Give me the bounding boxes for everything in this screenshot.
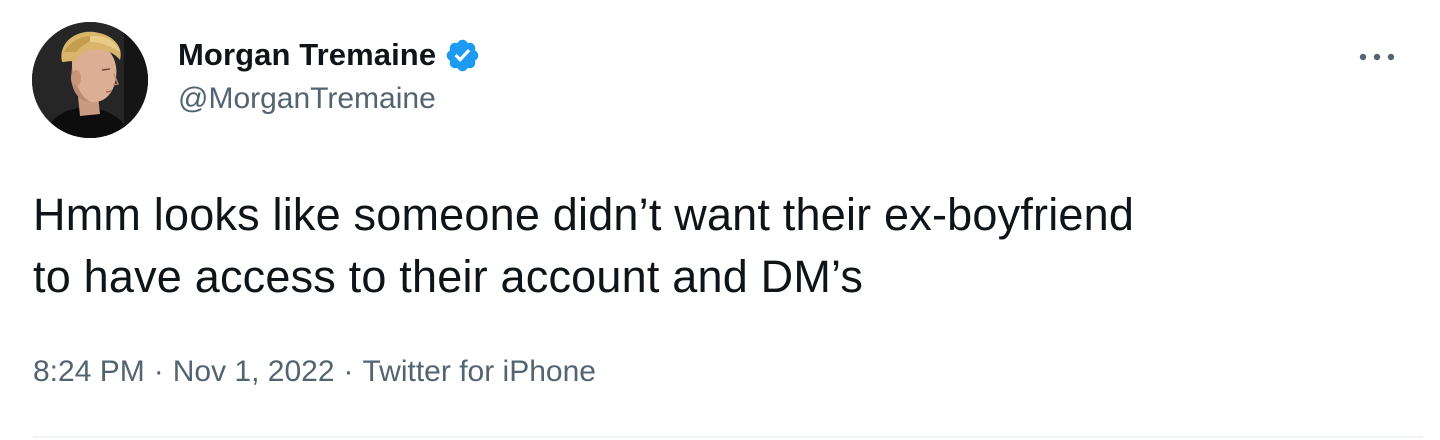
tweet-meta: 8:24 PM · Nov 1, 2022 · Twitter for iPho… bbox=[33, 355, 596, 389]
author-name-row: Morgan Tremaine bbox=[178, 33, 481, 77]
tweet-text: Hmm looks like someone didn’t want their… bbox=[33, 184, 1423, 308]
author-handle[interactable]: @MorganTremaine bbox=[178, 82, 436, 116]
more-options-button[interactable] bbox=[1354, 44, 1400, 70]
avatar-photo-icon bbox=[32, 22, 148, 138]
tweet-time-link[interactable]: 8:24 PM bbox=[33, 355, 145, 389]
more-options-icon bbox=[1359, 53, 1395, 61]
verified-badge-icon bbox=[446, 39, 479, 71]
author-avatar[interactable] bbox=[32, 22, 148, 138]
tweet-source-link[interactable]: Twitter for iPhone bbox=[363, 355, 596, 389]
meta-separator: · bbox=[343, 355, 354, 388]
tweet: Morgan Tremaine @MorganTremaine Hmm look… bbox=[0, 0, 1440, 440]
divider bbox=[33, 436, 1423, 438]
meta-separator: · bbox=[153, 355, 164, 388]
author-display-name[interactable]: Morgan Tremaine bbox=[178, 37, 436, 73]
tweet-date-link[interactable]: Nov 1, 2022 bbox=[173, 355, 335, 389]
tweet-text-line: to have access to their account and DM’s bbox=[33, 251, 864, 302]
tweet-text-line: Hmm looks like someone didn’t want their… bbox=[33, 189, 1135, 240]
